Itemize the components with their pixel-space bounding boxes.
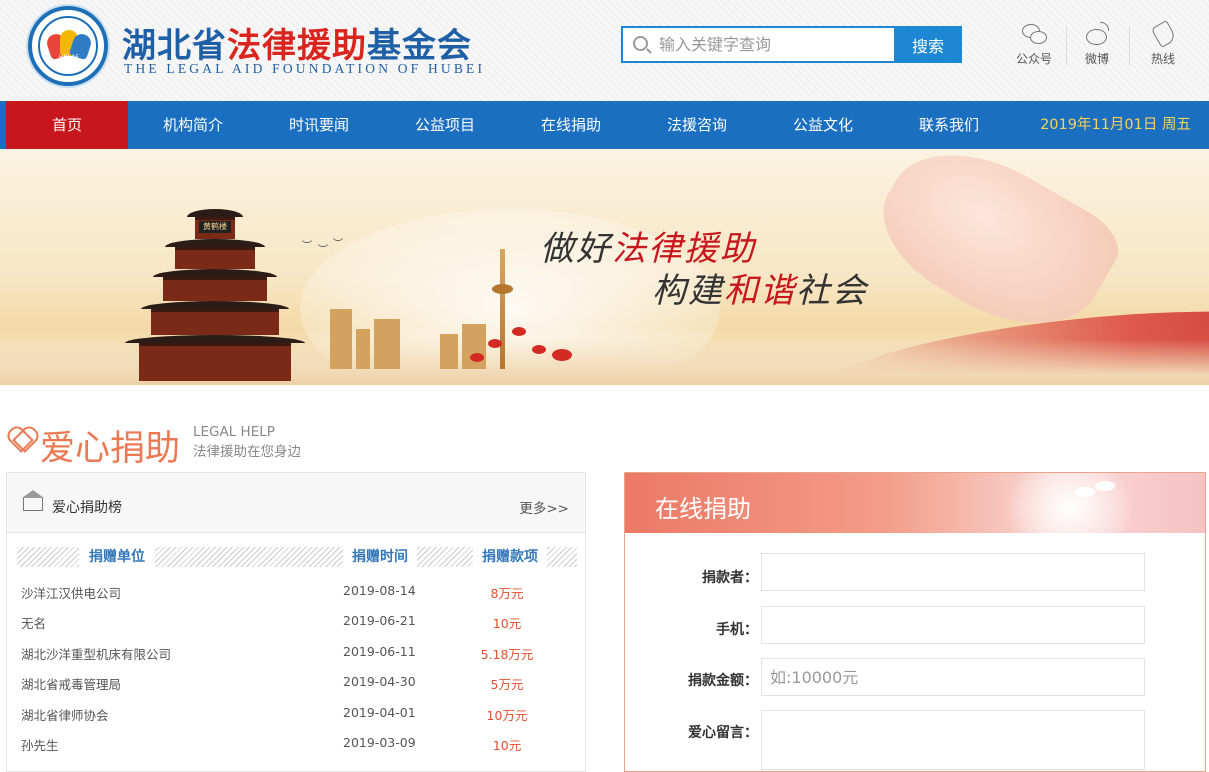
amount-label: 捐款金额：: [688, 673, 758, 689]
wechat-icon: [1021, 22, 1047, 46]
online-donation-panel: 在线捐助 捐款者： 手机： 捐款金额： 爱心留言：: [624, 472, 1206, 772]
ranking-header: 爱心捐助榜 更多>>: [7, 473, 585, 533]
search-button[interactable]: 搜索: [894, 26, 962, 63]
nav-item-home[interactable]: 首页: [6, 101, 128, 149]
heart-hands-icon: [7, 424, 35, 450]
section-subtitle-en: LEGAL HELP: [193, 424, 275, 440]
phone-icon: [1150, 22, 1176, 46]
donor-name: 无名: [21, 616, 47, 631]
column-header-date: 捐赠时间: [343, 547, 417, 567]
donation-amount: 10元: [492, 616, 522, 631]
main-nav: 首页 机构简介 时讯要闻 公益项目 在线捐助 法援咨询 公益文化 联系我们 20…: [0, 101, 1209, 149]
social-wechat-label: 公众号: [1015, 52, 1052, 66]
donation-amount: 5.18万元: [480, 647, 534, 662]
search-input[interactable]: [659, 30, 894, 59]
social-weibo-label: 微博: [1084, 52, 1109, 66]
nav-item-consult[interactable]: 法援咨询: [634, 101, 760, 149]
site-title-part-c: 基金会: [367, 26, 472, 66]
heart-illustration: [1005, 473, 1135, 533]
site-title-part-a: 湖北省: [122, 26, 227, 66]
message-field[interactable]: [761, 710, 1145, 770]
amount-field[interactable]: [761, 658, 1145, 696]
social-hotline-label: 热线: [1150, 52, 1175, 66]
city-skyline-image: [320, 299, 520, 369]
weibo-icon: [1084, 22, 1110, 46]
foundation-logo[interactable]: HBLAF: [28, 6, 108, 86]
phone-label: 手机：: [716, 622, 758, 638]
column-header-amount: 捐赠款项: [473, 547, 547, 567]
search-box: 搜索: [621, 26, 962, 63]
table-row[interactable]: 湖北省戒毒管理局 2019-04-30 5万元: [21, 674, 577, 694]
slogan-text: 构建: [652, 271, 724, 311]
site-subtitle: THE LEGAL AID FOUNDATION OF HUBEI: [124, 61, 486, 76]
social-weibo[interactable]: 微博: [1067, 22, 1130, 67]
donor-name: 湖北省律师协会: [21, 708, 109, 723]
table-row[interactable]: 无名 2019-06-21 10元: [21, 613, 577, 633]
social-wechat[interactable]: 公众号: [1004, 22, 1067, 67]
donation-date: 2019-06-21: [343, 613, 416, 628]
slogan-highlight: 和谐: [724, 271, 796, 311]
ranking-table-header: 捐赠单位 捐赠时间 捐赠款项: [17, 547, 577, 567]
hero-banner[interactable]: 黄鹤楼 ︶ ︶ ︶ 做好法律援助 构建和谐社会: [0, 149, 1209, 385]
site-title[interactable]: 湖北省法律援助基金会: [122, 18, 472, 67]
donor-label: 捐款者：: [702, 570, 758, 586]
table-row[interactable]: 孙先生 2019-03-09 10元: [21, 735, 577, 755]
nav-item-contact[interactable]: 联系我们: [886, 101, 1012, 149]
crown-icon: [22, 490, 44, 511]
phone-field[interactable]: [761, 606, 1145, 644]
donor-name: 孙先生: [21, 738, 59, 753]
yellow-crane-tower-image: 黄鹤楼: [125, 209, 305, 384]
site-title-part-b: 法律援助: [227, 26, 367, 66]
donor-name: 湖北省戒毒管理局: [21, 677, 122, 692]
donation-date: 2019-03-09: [343, 735, 416, 750]
column-header-donor: 捐赠单位: [79, 547, 155, 567]
donation-date: 2019-08-14: [343, 583, 416, 598]
banner-slogan-line2: 构建和谐社会: [652, 263, 868, 312]
donor-name: 湖北沙洋重型机床有限公司: [21, 647, 172, 662]
donation-date: 2019-06-11: [343, 644, 416, 659]
dove-image: [1075, 487, 1095, 497]
slogan-text: 做好: [540, 229, 612, 269]
donation-amount: 10万元: [486, 708, 528, 723]
table-row[interactable]: 沙洋江汉供电公司 2019-08-14 8万元: [21, 583, 577, 603]
pagoda-plaque: 黄鹤楼: [199, 221, 231, 233]
donation-date: 2019-04-01: [343, 705, 416, 720]
logo-badge-text: HBLAF: [59, 54, 79, 61]
slogan-text: 社会: [796, 271, 868, 311]
social-hotline[interactable]: 热线: [1133, 22, 1193, 67]
site-header: HBLAF 湖北省法律援助基金会 THE LEGAL AID FOUNDATIO…: [0, 0, 1209, 101]
table-row[interactable]: 湖北省律师协会 2019-04-01 10万元: [21, 705, 577, 725]
donor-name: 沙洋江汉供电公司: [21, 586, 122, 601]
search-icon: [633, 36, 648, 51]
divider: [1129, 26, 1130, 66]
nav-item-news[interactable]: 时讯要闻: [256, 101, 382, 149]
ranking-more-link[interactable]: 更多>>: [519, 497, 569, 517]
ranking-title: 爱心捐助榜: [52, 500, 122, 516]
nav-item-culture[interactable]: 公益文化: [760, 101, 886, 149]
message-label: 爱心留言：: [688, 725, 758, 741]
donation-date: 2019-04-30: [343, 674, 416, 689]
nav-item-projects[interactable]: 公益项目: [382, 101, 508, 149]
donation-amount: 5万元: [490, 677, 524, 692]
donation-header: 在线捐助: [625, 473, 1205, 533]
donation-amount: 8万元: [490, 586, 524, 601]
table-row[interactable]: 湖北沙洋重型机床有限公司 2019-06-11 5.18万元: [21, 644, 577, 664]
section-subtitle-cn: 法律援助在您身边: [193, 444, 301, 460]
donation-amount: 10元: [492, 738, 522, 753]
current-date: 2019年11月01日 周五: [1040, 117, 1191, 133]
tv-tower-image: [492, 249, 513, 369]
donation-ranking-panel: 爱心捐助榜 更多>> 捐赠单位 捐赠时间 捐赠款项 沙洋江汉供电公司 2019-…: [6, 472, 586, 772]
donor-name-field[interactable]: [761, 553, 1145, 591]
nav-item-about[interactable]: 机构简介: [130, 101, 256, 149]
section-title: 爱心捐助: [40, 429, 181, 469]
dove-image: [1095, 481, 1115, 491]
nav-item-donate[interactable]: 在线捐助: [508, 101, 634, 149]
donation-title: 在线捐助: [655, 495, 751, 523]
